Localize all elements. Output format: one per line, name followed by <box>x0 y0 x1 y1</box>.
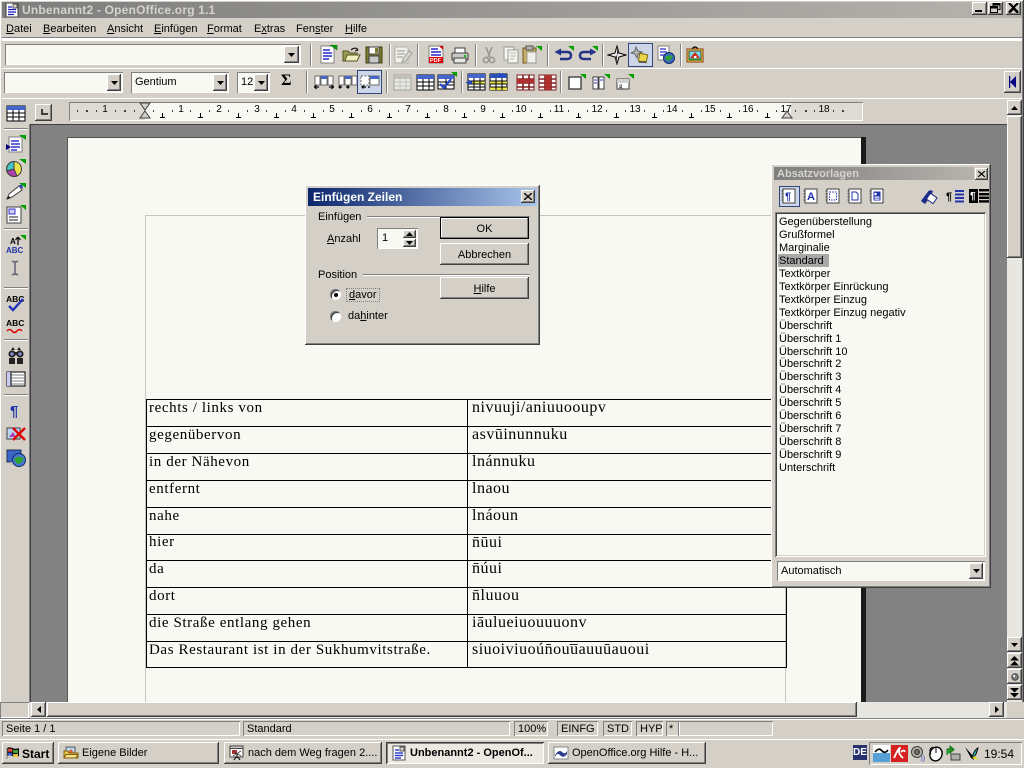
svg-text:ABC: ABC <box>6 318 24 328</box>
svg-text:A: A <box>10 237 16 246</box>
svg-text:¶: ¶ <box>10 403 18 420</box>
svg-text:¶: ¶ <box>785 191 791 203</box>
svg-text:¶: ¶ <box>970 191 976 202</box>
svg-text:g: g <box>619 82 623 90</box>
svg-text:¶: ¶ <box>946 191 952 203</box>
svg-text:ABC: ABC <box>6 246 24 255</box>
svg-text:A: A <box>807 191 815 203</box>
svg-text:PDF: PDF <box>430 58 442 64</box>
